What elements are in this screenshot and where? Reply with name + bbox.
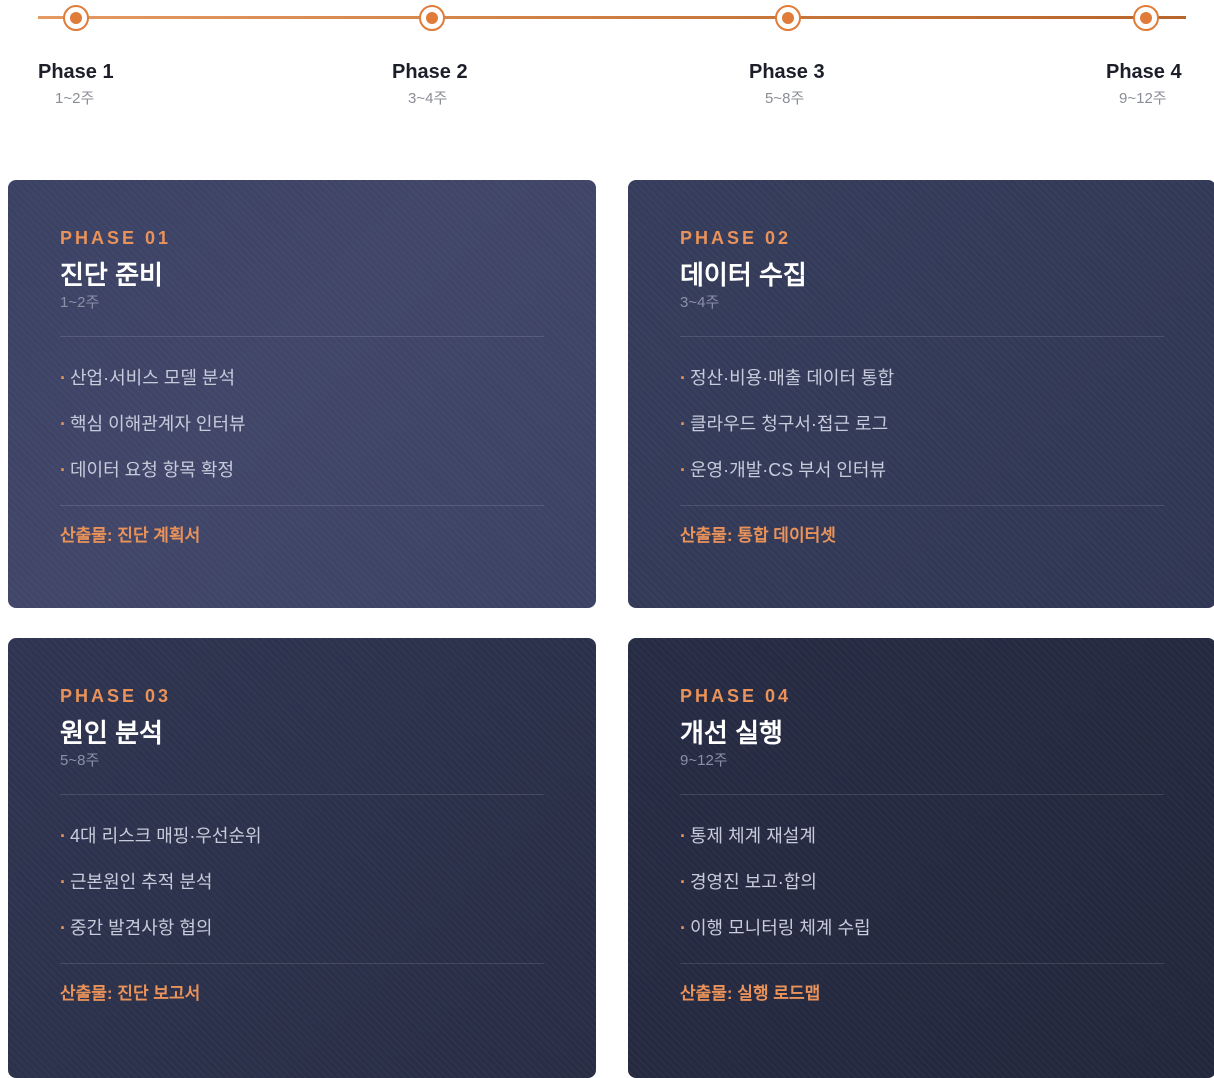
card-divider [60, 794, 544, 795]
timeline-phase-range: 5~8주 [765, 90, 805, 107]
timeline-phase-label: Phase 3 [749, 61, 825, 83]
phase-title: 개선 실행 [680, 718, 783, 748]
phase-card-2: PHASE 02 데이터 수집 3~4주 정산·비용·매출 데이터 통합 클라우… [628, 180, 1214, 608]
task-item: 경영진 보고·합의 [680, 871, 1164, 893]
task-item: 클라우드 청구서·접근 로그 [680, 413, 1164, 435]
deliverable-label: 산출물: 진단 보고서 [60, 984, 201, 1003]
card-divider [680, 336, 1164, 337]
phase-weeks: 3~4주 [680, 294, 720, 311]
timeline-track [38, 16, 1186, 19]
timeline-phase-range: 9~12주 [1119, 90, 1167, 107]
phase-tag: PHASE 02 [680, 228, 792, 248]
phase-card-1: PHASE 01 진단 준비 1~2주 산업·서비스 모델 분석 핵심 이해관계… [8, 180, 596, 608]
timeline-phase-label: Phase 4 [1106, 61, 1182, 83]
task-item: 핵심 이해관계자 인터뷰 [60, 413, 544, 435]
timeline-phase-label: Phase 1 [38, 61, 114, 83]
phase-tag: PHASE 04 [680, 686, 792, 706]
timeline-node-2 [419, 5, 445, 31]
card-divider [680, 963, 1164, 964]
task-list: 산업·서비스 모델 분석 핵심 이해관계자 인터뷰 데이터 요청 항목 확정 [60, 367, 544, 481]
task-list: 4대 리스크 매핑·우선순위 근본원인 추적 분석 중간 발견사항 협의 [60, 825, 544, 939]
deliverable-label: 산출물: 통합 데이터셋 [680, 526, 836, 545]
phase-weeks: 5~8주 [60, 752, 100, 769]
phase-card-3: PHASE 03 원인 분석 5~8주 4대 리스크 매핑·우선순위 근본원인 … [8, 638, 596, 1078]
task-list: 정산·비용·매출 데이터 통합 클라우드 청구서·접근 로그 운영·개발·CS … [680, 367, 1164, 481]
card-divider [60, 336, 544, 337]
phase-title: 진단 준비 [60, 260, 163, 290]
card-divider [680, 505, 1164, 506]
card-divider [680, 794, 1164, 795]
deliverable-label: 산출물: 실행 로드맵 [680, 984, 821, 1003]
timeline-node-4 [1133, 5, 1159, 31]
timeline-phase-label: Phase 2 [392, 61, 468, 83]
task-list: 통제 체계 재설계 경영진 보고·합의 이행 모니터링 체계 수립 [680, 825, 1164, 939]
task-item: 운영·개발·CS 부서 인터뷰 [680, 459, 1164, 481]
timeline-node-3 [775, 5, 801, 31]
phase-title: 원인 분석 [60, 718, 163, 748]
deliverable-label: 산출물: 진단 계획서 [60, 526, 201, 545]
phase-weeks: 1~2주 [60, 294, 100, 311]
task-item: 근본원인 추적 분석 [60, 871, 544, 893]
card-divider [60, 963, 544, 964]
phase-weeks: 9~12주 [680, 752, 728, 769]
task-item: 데이터 요청 항목 확정 [60, 459, 544, 481]
phase-card-4: PHASE 04 개선 실행 9~12주 통제 체계 재설계 경영진 보고·합의… [628, 638, 1214, 1078]
phase-timeline: Phase 1 1~2주 Phase 2 3~4주 Phase 3 5~8주 P… [0, 0, 1214, 130]
task-item: 4대 리스크 매핑·우선순위 [60, 825, 544, 847]
timeline-phase-range: 1~2주 [55, 90, 95, 107]
task-item: 산업·서비스 모델 분석 [60, 367, 544, 389]
task-item: 이행 모니터링 체계 수립 [680, 917, 1164, 939]
phase-tag: PHASE 03 [60, 686, 172, 706]
timeline-node-1 [63, 5, 89, 31]
phase-tag: PHASE 01 [60, 228, 172, 248]
card-divider [60, 505, 544, 506]
task-item: 통제 체계 재설계 [680, 825, 1164, 847]
timeline-phase-range: 3~4주 [408, 90, 448, 107]
task-item: 중간 발견사항 협의 [60, 917, 544, 939]
task-item: 정산·비용·매출 데이터 통합 [680, 367, 1164, 389]
phase-title: 데이터 수집 [680, 260, 807, 290]
